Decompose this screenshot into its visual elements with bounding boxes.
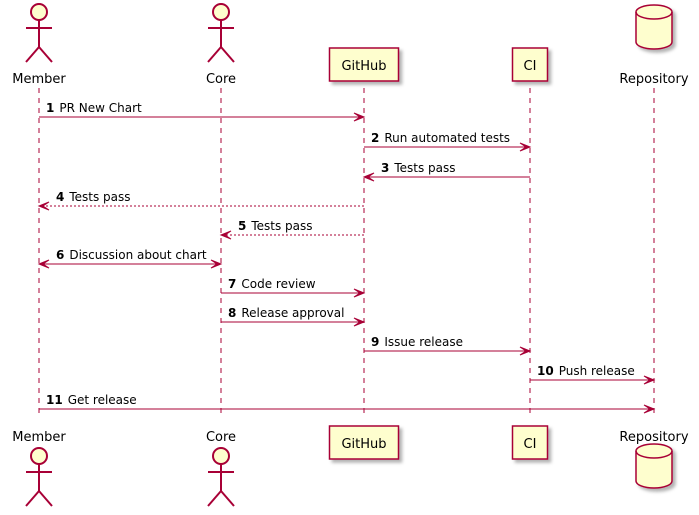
message-label: 3 Tests pass [381,161,456,175]
message-4: 4 Tests pass [37,190,364,211]
participant-ci-top: CI [511,47,549,82]
message-6: 6 Discussion about chart [37,248,223,269]
message-number: 9 [371,335,379,349]
participant-label: CI [524,437,537,452]
message-number: 10 [537,364,554,378]
participant-label: Member [12,430,66,445]
sequence-diagram: Member Member Core Core GitHub GitHub CI CI Repo… [12,3,689,507]
message-label: 2 Run automated tests [371,131,510,145]
participant-label: GitHub [341,437,386,452]
participant-repository-top: Repository [619,4,689,87]
database-icon [635,4,673,50]
message-11: 11 Get release [39,393,656,414]
message-number: 6 [56,248,64,262]
message-9: 9 Issue release [364,335,532,356]
actor-icon [207,3,235,63]
message-label: 6 Discussion about chart [56,248,207,262]
participant-ci-bottom: CI [511,425,549,460]
participant-label: Core [206,72,236,87]
participant-github-bottom: GitHub [328,425,400,460]
message-text: Tests pass [250,219,312,233]
message-label: 1 PR New Chart [46,101,142,115]
message-number: 5 [238,219,246,233]
message-number: 1 [46,101,54,115]
message-number: 7 [228,277,236,291]
message-5: 5 Tests pass [219,219,364,240]
participant-repository-bottom: Repository [619,430,689,489]
message-label: 9 Issue release [371,335,463,349]
actor-icon [25,3,53,63]
message-7: 7 Code review [221,277,366,298]
message-text: Get release [68,393,137,407]
message-2: 2 Run automated tests [364,131,532,152]
message-text: Release approval [241,306,344,320]
message-text: PR New Chart [59,101,142,115]
message-number: 2 [371,131,379,145]
participant-member-bottom: Member [12,430,66,507]
database-icon [635,443,673,489]
message-text: Run automated tests [384,131,510,145]
message-text: Issue release [384,335,463,349]
actor-icon [25,447,53,507]
message-text: Code review [241,277,315,291]
participant-label: CI [524,59,537,74]
participant-label: Repository [619,430,688,445]
participant-label: Core [206,430,236,445]
message-label: 10 Push release [537,364,635,378]
message-1: 1 PR New Chart [39,101,366,122]
message-text: Discussion about chart [69,248,207,262]
message-label: 7 Code review [228,277,316,291]
message-number: 4 [56,190,64,204]
message-label: 4 Tests pass [56,190,131,204]
actor-icon [207,447,235,507]
message-label: 5 Tests pass [238,219,313,233]
participant-github-top: GitHub [328,47,400,82]
participant-label: Member [12,72,66,87]
message-number: 8 [228,306,236,320]
message-number: 11 [46,393,63,407]
message-3: 3 Tests pass [362,161,530,182]
message-number: 3 [381,161,389,175]
participant-label: Repository [619,72,688,87]
participant-core-bottom: Core [206,430,236,507]
message-8: 8 Release approval [221,306,366,327]
participant-label: GitHub [341,59,386,74]
participant-member-top: Member [12,3,66,87]
message-label: 8 Release approval [228,306,344,320]
message-text: Tests pass [393,161,455,175]
message-text: Tests pass [68,190,130,204]
participant-core-top: Core [206,3,236,87]
message-label: 11 Get release [46,393,137,407]
message-10: 10 Push release [530,364,656,385]
message-text: Push release [559,364,635,378]
